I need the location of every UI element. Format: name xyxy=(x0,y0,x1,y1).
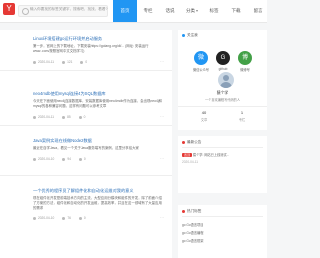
search-placeholder: 输入你要找的标签关键字，搜索吧，找找，看看? xyxy=(30,7,108,11)
stat-columns[interactable]: 1 专栏 xyxy=(230,110,254,122)
article-date: 2020-04-11 xyxy=(38,60,55,64)
social-github[interactable]: G github xyxy=(214,51,232,71)
article-date: 2020-04-10 xyxy=(38,157,55,161)
nav-talk[interactable]: 话说 xyxy=(159,0,181,22)
article-views: 85 xyxy=(67,115,71,119)
sidebar-notice-card: 最新公告 置顶 猿个学: 网站已上线测试... 2020-04-11 xyxy=(178,136,267,193)
social-wechat[interactable]: 微 微信公众号 xyxy=(192,51,210,72)
profile-name: 猿个学 xyxy=(216,91,229,95)
article-views: 76 xyxy=(67,216,71,220)
article-date: 2020-04-11 xyxy=(38,115,55,119)
nav-message[interactable]: 留言 xyxy=(247,0,269,22)
stat-value: 40 xyxy=(201,110,207,115)
notice-badge: 置顶 xyxy=(182,153,193,157)
eye-icon xyxy=(62,115,66,119)
more-icon[interactable]: ··· xyxy=(160,115,168,119)
sidebar-profile-card: 关注我 微 微信公众号 G github 博 微博号 猿个学 一个喜欢编程写代码… xyxy=(178,30,267,130)
github-icon: G xyxy=(216,51,230,65)
article-comments: 0 xyxy=(83,216,86,220)
search-input[interactable]: 输入你要找的标签关键字，搜索吧，找找，看看? xyxy=(18,5,108,17)
bullet-icon xyxy=(182,141,185,144)
comment-icon xyxy=(80,60,84,64)
clock-icon xyxy=(33,115,36,119)
profile-desc: 一个喜欢编程写代码的人 xyxy=(204,98,241,102)
social-weibo[interactable]: 博 微博号 xyxy=(236,51,254,72)
nav-category[interactable]: 分类 xyxy=(181,0,203,22)
follow-title: 关注我 xyxy=(182,33,198,38)
article-meta: 2020-04-11 121 0 xyxy=(33,60,87,64)
nav-download[interactable]: 下载 xyxy=(225,0,247,22)
eye-icon xyxy=(62,157,66,161)
main-nav: 首页 专栏 话说 分类 标签 下载 留言 xyxy=(113,0,269,22)
hot-title: 热门标签 xyxy=(182,209,201,214)
article-views: 94 xyxy=(67,157,71,161)
social-label: github xyxy=(218,67,228,71)
bullet-icon xyxy=(182,34,185,37)
stat-articles[interactable]: 40 文章 xyxy=(192,110,216,122)
article-date: 2020-04-10 xyxy=(38,216,55,220)
top-header: Y 输入你要找的标签关键字，搜索吧，找找，看看? 首页 专栏 话说 分类 标签 … xyxy=(0,0,267,23)
eye-icon xyxy=(62,216,66,220)
article-comments: 0 xyxy=(83,115,86,119)
notice-date: 2020-04-11 xyxy=(182,160,199,164)
comment-icon xyxy=(78,115,82,119)
clock-icon xyxy=(33,216,36,220)
stat-value: 1 xyxy=(240,110,244,115)
divider xyxy=(182,147,263,148)
stat-label: 专栏 xyxy=(238,118,246,122)
bullet-icon xyxy=(182,210,185,213)
divider xyxy=(0,175,172,176)
hot-item[interactable]: go Go语言编程 xyxy=(182,230,263,235)
article-summary: 最近在自学Java，看见一个关于Java服务端写的案例，这里分享给大家 xyxy=(33,146,139,150)
article-meta: 2020-04-10 76 0 xyxy=(33,216,86,220)
divider xyxy=(178,106,267,107)
article-views: 121 xyxy=(67,60,73,64)
clock-icon xyxy=(33,60,36,64)
more-icon[interactable]: ··· xyxy=(160,216,168,220)
article-title[interactable]: neo4mdb使用mysql连接4为SQL数据库 xyxy=(33,91,106,97)
notice-item[interactable]: 置顶 猿个学: 网站已上线测试... xyxy=(182,152,263,157)
clock-icon xyxy=(33,157,36,161)
article-comments: 0 xyxy=(85,60,88,64)
divider xyxy=(0,125,172,126)
article-summary: 今天在下面使用neo4j连接数据库，安装数据库使用neo4mdb作为连接，会出现… xyxy=(33,99,163,108)
more-icon[interactable]: ··· xyxy=(160,157,168,161)
article-title[interactable]: Java案例实现在线做Node2数据 xyxy=(33,138,92,144)
notice-title: 最新公告 xyxy=(182,140,201,145)
more-icon[interactable]: ··· xyxy=(160,60,168,64)
chevron-down-icon xyxy=(196,9,198,12)
site-logo[interactable]: Y xyxy=(3,3,15,15)
notice-text: 猿个学: 网站已上线测试... xyxy=(192,153,230,157)
hot-item[interactable]: go Go语言项目 xyxy=(182,222,263,227)
hot-item[interactable]: go Go语言框架 xyxy=(182,238,263,243)
comment-icon xyxy=(78,216,82,220)
nav-tags[interactable]: 标签 xyxy=(203,0,225,22)
sidebar-hot-card: 热门标签 go Go语言项目 go Go语言编程 go Go语言框架 xyxy=(178,205,267,258)
comment-icon xyxy=(78,157,82,161)
article-title[interactable]: 一个优秀的程序员了解组件化和自动化运维对我的意义 xyxy=(33,188,134,194)
article-title[interactable]: Linux环境搭建go运行环境并启动服务 xyxy=(33,36,102,42)
eye-icon xyxy=(62,60,66,64)
social-label: 微信公众号 xyxy=(193,68,209,72)
divider xyxy=(0,70,172,71)
nav-home[interactable]: 首页 xyxy=(113,0,137,22)
stat-label: 文章 xyxy=(200,118,208,122)
wechat-icon: 微 xyxy=(194,51,208,65)
article-list: Linux环境搭建go运行环境并启动服务 第一步，官网上的下载地址，下载安装ht… xyxy=(0,30,172,258)
article-meta: 2020-04-10 94 0 xyxy=(33,157,86,161)
article-summary: 现在组件化开发是前端技术方向的主流，大型应用分模块和组件的开发，除了前面介绍了方… xyxy=(33,196,162,210)
search-icon xyxy=(22,8,29,15)
avatar[interactable] xyxy=(218,72,234,88)
article-comments: 0 xyxy=(83,157,86,161)
social-label: 微博号 xyxy=(240,68,250,72)
article-meta: 2020-04-11 85 0 xyxy=(33,115,85,119)
article-summary: 第一步，官网上的下载地址，下载安装https://golang.org/dl/.… xyxy=(33,44,149,53)
weibo-icon: 博 xyxy=(238,51,252,65)
divider xyxy=(182,216,263,217)
nav-column[interactable]: 专栏 xyxy=(137,0,159,22)
